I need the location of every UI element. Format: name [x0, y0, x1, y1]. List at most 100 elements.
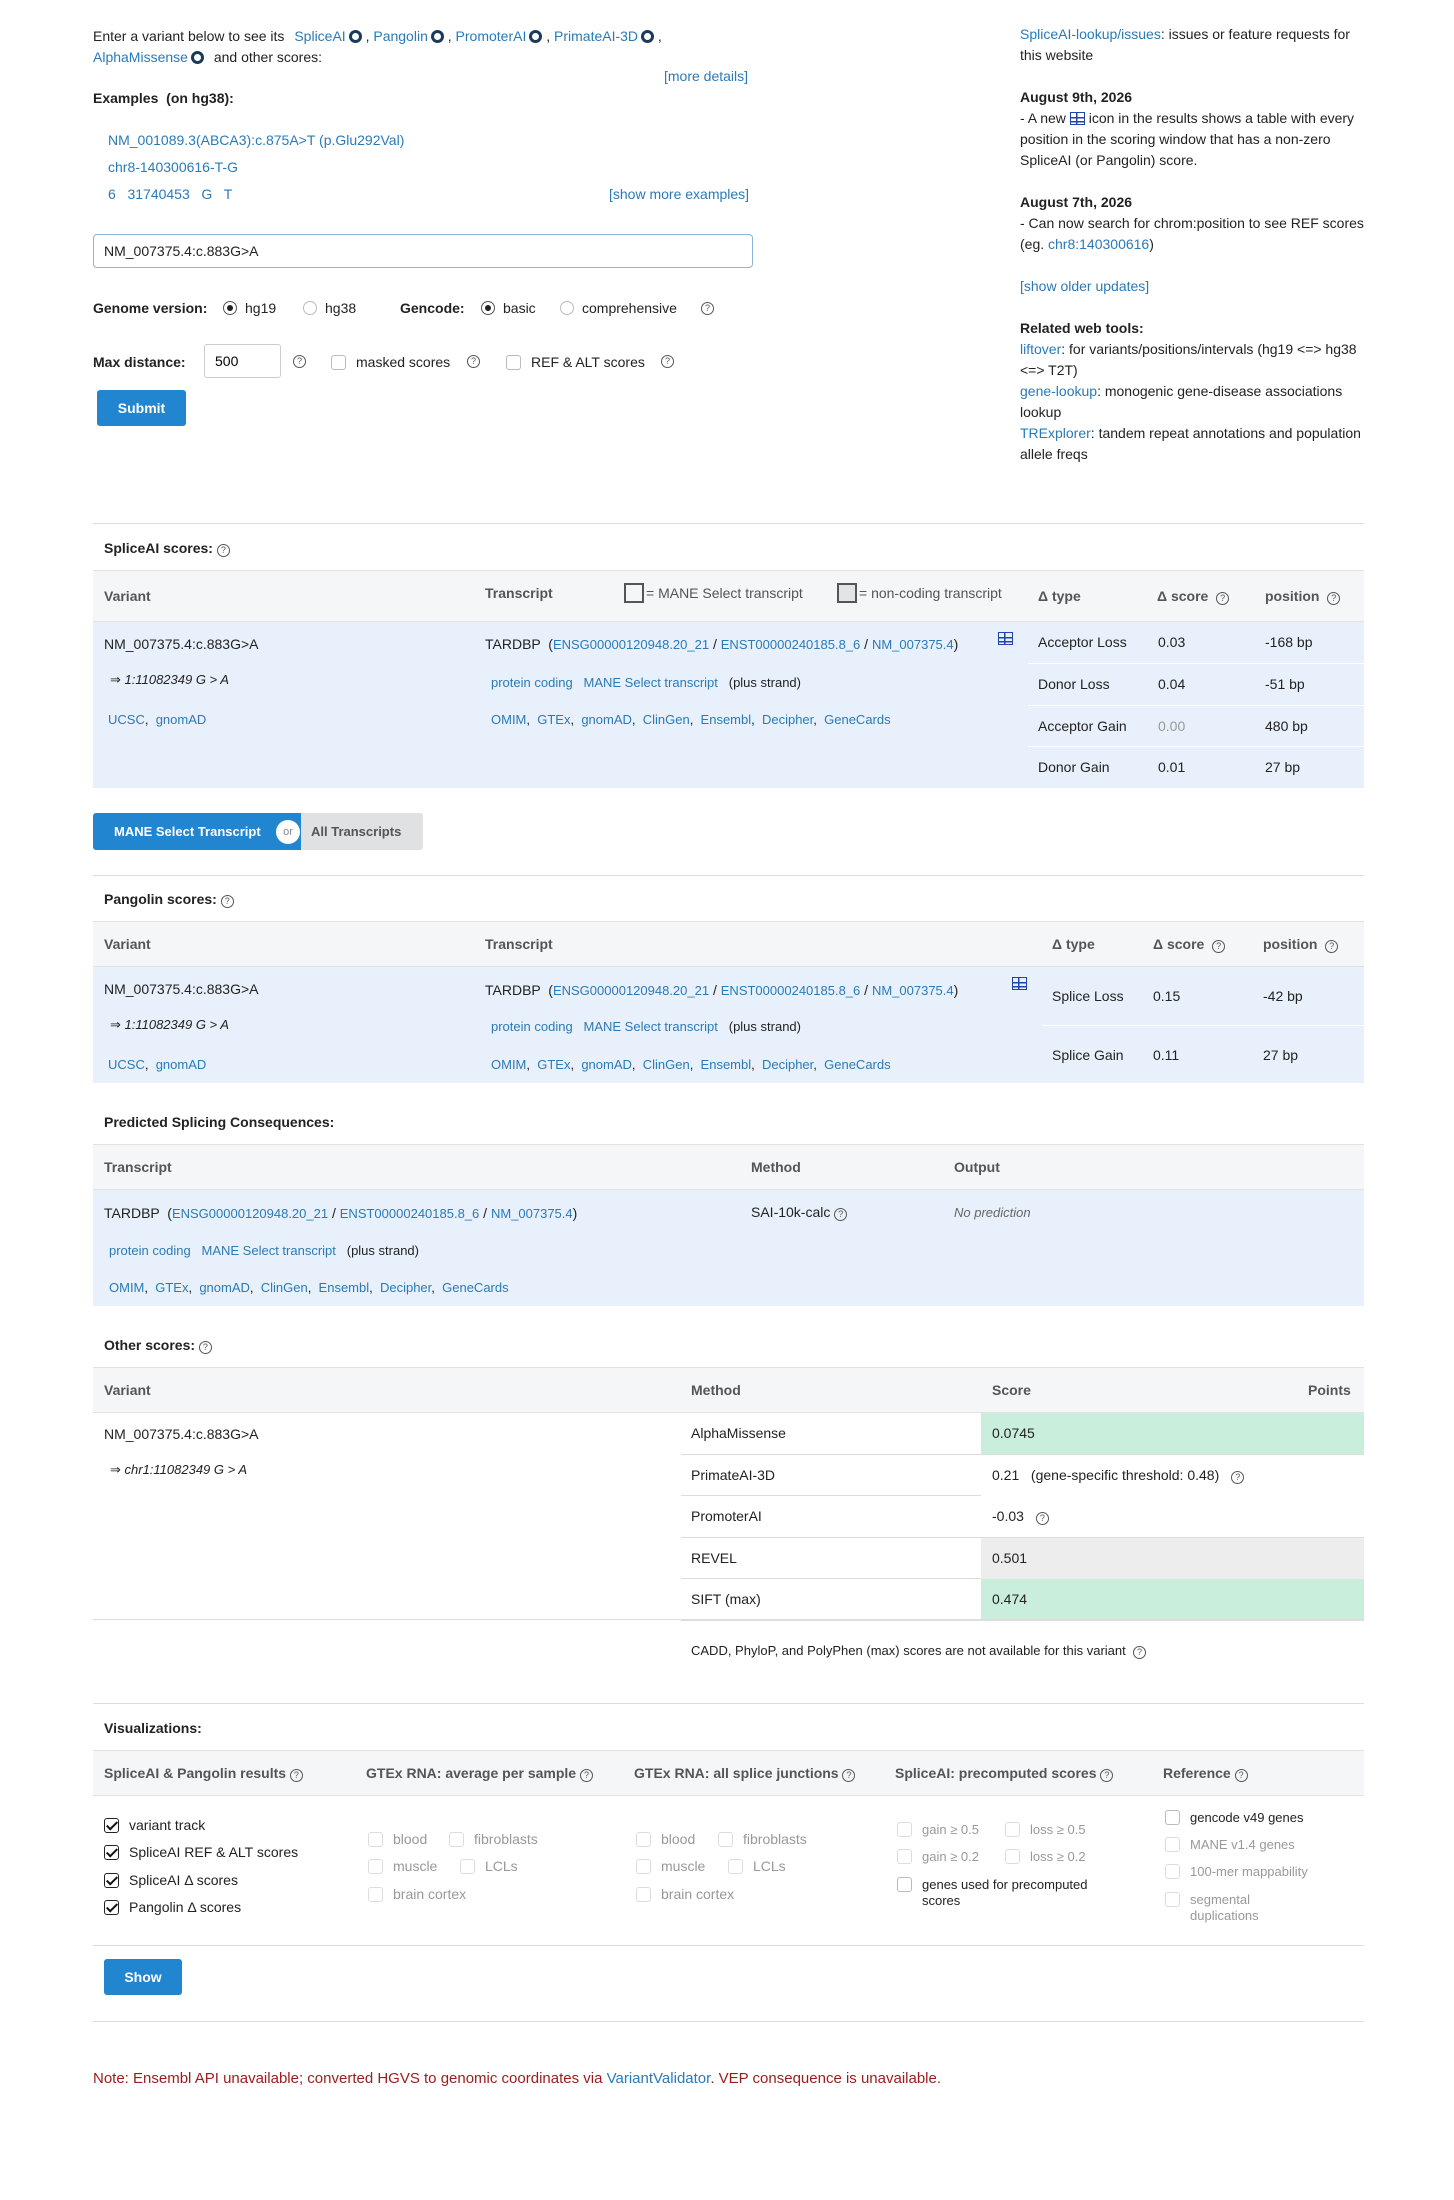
show-older-updates-link[interactable]: [show older updates] — [1020, 278, 1149, 294]
help-icon[interactable]: ? — [1234, 1769, 1248, 1782]
tool-link-promoterai[interactable]: PromoterAI — [456, 28, 527, 44]
pre-gain-05[interactable]: gain ≥ 0.5 — [897, 1822, 979, 1837]
nm-link[interactable]: NM_007375.4 — [872, 637, 954, 652]
help-icon[interactable]: ? — [289, 1769, 303, 1782]
mane-link[interactable]: MANE Select transcript — [202, 1243, 336, 1258]
help-icon[interactable]: ? — [467, 355, 480, 368]
pre-gain-02[interactable]: gain ≥ 0.2 — [897, 1849, 979, 1864]
biotype-link[interactable]: protein coding — [109, 1243, 191, 1258]
viz-variant-track[interactable]: variant track — [104, 1817, 205, 1833]
help-icon[interactable]: ? — [701, 302, 714, 315]
gnomad-link[interactable]: gnomAD — [156, 1057, 207, 1072]
clingen-link[interactable]: ClinGen — [261, 1280, 308, 1295]
example-1[interactable]: NM_001089.3(ABCA3):c.875A>T (p.Glu292Val… — [108, 132, 404, 148]
genome-hg19-radio[interactable]: hg19 — [223, 300, 276, 316]
mane-link[interactable]: MANE Select transcript — [584, 675, 718, 690]
gtex-link[interactable]: GTEx — [155, 1280, 188, 1295]
gnomad-link[interactable]: gnomAD — [199, 1280, 250, 1295]
biotype-link[interactable]: protein coding — [491, 1019, 573, 1034]
omim-link[interactable]: OMIM — [491, 1057, 526, 1072]
help-icon[interactable]: ? — [1035, 1512, 1049, 1526]
more-details-link[interactable]: [more details] — [664, 68, 748, 84]
tool-link-spliceai[interactable]: SpliceAI — [294, 28, 345, 44]
gnomad-link[interactable]: gnomAD — [581, 712, 632, 727]
help-icon[interactable]: ? — [216, 544, 230, 557]
tool-link-pangolin[interactable]: Pangolin — [373, 28, 428, 44]
pre-genes-used[interactable]: genes used for precomputed scores — [897, 1877, 1127, 1909]
liftover-link[interactable]: liftover — [1020, 341, 1061, 357]
ref-gencode-genes[interactable]: gencode v49 genes — [1165, 1810, 1303, 1825]
variantvalidator-link[interactable]: VariantValidator — [607, 2070, 711, 2087]
gtex-avg-muscle[interactable]: muscle — [368, 1858, 437, 1874]
help-icon[interactable]: ? — [1327, 592, 1341, 605]
mane-link[interactable]: MANE Select transcript — [584, 1019, 718, 1034]
gtex-avg-blood[interactable]: blood — [368, 1831, 427, 1847]
masked-scores-checkbox[interactable]: masked scores — [331, 354, 450, 370]
github-icon[interactable] — [430, 30, 444, 43]
issues-link[interactable]: SpliceAI-lookup/issues — [1020, 26, 1161, 42]
ensembl-link[interactable]: Ensembl — [701, 712, 752, 727]
github-icon[interactable] — [348, 30, 362, 43]
ensg-link[interactable]: ENSG00000120948.20_21 — [172, 1206, 328, 1221]
ensg-link[interactable]: ENSG00000120948.20_21 — [553, 637, 709, 652]
show-button[interactable]: Show — [104, 1959, 182, 1995]
genecards-link[interactable]: GeneCards — [824, 1057, 890, 1072]
github-icon[interactable] — [641, 30, 655, 43]
help-icon[interactable]: ? — [1100, 1769, 1114, 1782]
clingen-link[interactable]: ClinGen — [643, 1057, 690, 1072]
gtex-link[interactable]: GTEx — [537, 1057, 570, 1072]
gtex-avg-fibroblasts[interactable]: fibroblasts — [449, 1831, 538, 1847]
ensembl-link[interactable]: Ensembl — [319, 1280, 370, 1295]
gtex-avg-lcls[interactable]: LCLs — [460, 1858, 518, 1874]
ensembl-link[interactable]: Ensembl — [701, 1057, 752, 1072]
enst-link[interactable]: ENST00000240185.8_6 — [340, 1206, 480, 1221]
genecards-link[interactable]: GeneCards — [824, 712, 890, 727]
ensg-link[interactable]: ENSG00000120948.20_21 — [553, 983, 709, 998]
help-icon[interactable]: ? — [198, 1341, 212, 1354]
viz-spliceai-ref-alt[interactable]: SpliceAI REF & ALT scores — [104, 1844, 298, 1860]
example-2[interactable]: chr8-140300616-T-G — [108, 159, 238, 175]
decipher-link[interactable]: Decipher — [762, 712, 813, 727]
nm-link[interactable]: NM_007375.4 — [491, 1206, 573, 1221]
omim-link[interactable]: OMIM — [491, 712, 526, 727]
ucsc-link[interactable]: UCSC — [108, 712, 145, 727]
table-icon[interactable] — [1012, 977, 1027, 990]
gene-lookup-link[interactable]: gene-lookup — [1020, 383, 1097, 399]
gtex-link[interactable]: GTEx — [537, 712, 570, 727]
variant-search-input[interactable] — [93, 234, 753, 268]
update-2-link[interactable]: chr8:140300616 — [1048, 236, 1149, 252]
gtex-junc-muscle[interactable]: muscle — [636, 1858, 705, 1874]
decipher-link[interactable]: Decipher — [762, 1057, 813, 1072]
help-icon[interactable]: ? — [293, 355, 306, 368]
viz-spliceai-delta[interactable]: SpliceAI Δ scores — [104, 1872, 238, 1888]
help-icon[interactable]: ? — [1132, 1646, 1146, 1659]
help-icon[interactable]: ? — [1212, 940, 1226, 953]
genome-hg38-radio[interactable]: hg38 — [303, 300, 356, 316]
gtex-junc-brain-cortex[interactable]: brain cortex — [636, 1886, 734, 1902]
max-distance-input[interactable] — [204, 344, 281, 378]
biotype-link[interactable]: protein coding — [491, 675, 573, 690]
gencode-comprehensive-radio[interactable]: comprehensive — [560, 300, 677, 316]
viz-pangolin-delta[interactable]: Pangolin Δ scores — [104, 1899, 241, 1915]
gnomad-link[interactable]: gnomAD — [156, 712, 207, 727]
tool-link-alphamissense[interactable]: AlphaMissense — [93, 49, 188, 65]
gencode-basic-radio[interactable]: basic — [481, 300, 536, 316]
help-icon[interactable]: ? — [1216, 592, 1230, 605]
help-icon[interactable]: ? — [220, 895, 234, 908]
clingen-link[interactable]: ClinGen — [643, 712, 690, 727]
nm-link[interactable]: NM_007375.4 — [872, 983, 954, 998]
github-icon[interactable] — [190, 51, 204, 64]
enst-link[interactable]: ENST00000240185.8_6 — [721, 637, 861, 652]
decipher-link[interactable]: Decipher — [380, 1280, 431, 1295]
pre-loss-02[interactable]: loss ≥ 0.2 — [1005, 1849, 1086, 1864]
all-transcripts-toggle[interactable]: All Transcripts — [301, 813, 423, 850]
gtex-junc-lcls[interactable]: LCLs — [728, 1858, 786, 1874]
help-icon[interactable]: ? — [1325, 940, 1339, 953]
help-icon[interactable]: ? — [1231, 1470, 1245, 1484]
help-icon[interactable]: ? — [661, 355, 674, 368]
enst-link[interactable]: ENST00000240185.8_6 — [721, 983, 861, 998]
help-icon[interactable]: ? — [834, 1208, 848, 1221]
example-3[interactable]: 6 31740453 G T — [108, 186, 232, 202]
ref-segmental-duplications[interactable]: segmental duplications — [1165, 1892, 1315, 1924]
gtex-avg-brain-cortex[interactable]: brain cortex — [368, 1886, 466, 1902]
